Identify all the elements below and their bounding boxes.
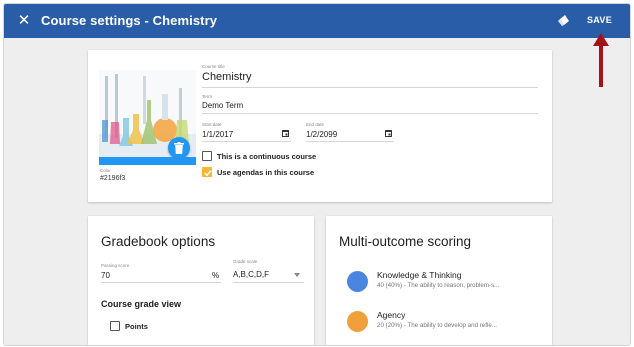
start-date-input[interactable]: 1/1/2017 [202,130,233,139]
outcome-color-dot [347,271,368,292]
term-input[interactable]: Demo Term [202,101,243,110]
use-agendas-checkbox[interactable] [202,167,212,177]
outcome-description: 40 (40%) - The ability to reason, proble… [377,282,500,289]
passing-score-label: Passing score [101,263,130,268]
term-underline [202,113,538,114]
continuous-course-checkbox[interactable] [202,151,212,161]
start-date-underline [202,141,291,142]
gradebook-heading: Gradebook options [101,234,216,249]
trash-icon [174,142,184,154]
multi-outcome-heading: Multi-outcome scoring [339,234,472,249]
paint-bucket-icon[interactable] [557,14,571,28]
course-title-input[interactable]: Chemistry [202,71,252,83]
end-date-input[interactable]: 1/2/2099 [306,130,337,139]
settings-window: ✕ Course settings - Chemistry SAVE Color… [4,4,630,345]
close-icon[interactable]: ✕ [16,12,32,28]
start-date-label: Start date [202,122,222,127]
course-grade-view-heading: Course grade view [101,299,182,309]
continuous-course-label[interactable]: This is a continuous course [217,152,316,161]
outcome-description: 20 (20%) - The ability to develop and re… [377,322,497,329]
course-title-underline [202,87,538,88]
course-title-label: Course title [202,64,225,69]
save-button[interactable]: SAVE [587,15,612,25]
outcome-name[interactable]: Knowledge & Thinking [377,270,461,280]
percent-suffix: % [212,271,220,280]
color-swatch-bar[interactable] [99,157,196,165]
end-date-label: End date [306,122,325,127]
gradebook-options-card: Gradebook options Passing score 70 % Gra… [88,216,314,345]
annotation-arrow-icon [593,33,609,87]
use-agendas-label[interactable]: Use agendas in this course [217,168,314,177]
checkmark-icon [204,170,212,177]
passing-score-underline [101,282,221,283]
end-date-underline [306,141,394,142]
points-label[interactable]: Points [125,322,148,331]
calendar-icon[interactable] [385,129,392,137]
points-checkbox[interactable] [110,321,120,331]
grade-scale-select[interactable]: A,B,C,D,F [233,270,269,279]
delete-image-button[interactable] [168,137,190,159]
color-value[interactable]: #2196f3 [100,175,125,182]
outcome-name[interactable]: Agency [377,310,405,320]
grade-scale-label: Grade scale [233,259,258,264]
multi-outcome-scoring-card: Multi-outcome scoring Knowledge & Thinki… [326,216,552,345]
term-label: Term [202,94,212,99]
top-app-bar: ✕ Course settings - Chemistry SAVE [4,4,630,38]
page-title: Course settings - Chemistry [41,13,218,28]
calendar-icon[interactable] [282,129,289,137]
course-details-card: Color #2196f3 Course title Chemistry Ter… [88,50,552,202]
chevron-down-icon[interactable] [294,273,300,277]
outcome-color-dot [347,311,368,332]
passing-score-input[interactable]: 70 [101,271,110,280]
grade-scale-underline [233,282,304,283]
color-label: Color [100,168,111,173]
